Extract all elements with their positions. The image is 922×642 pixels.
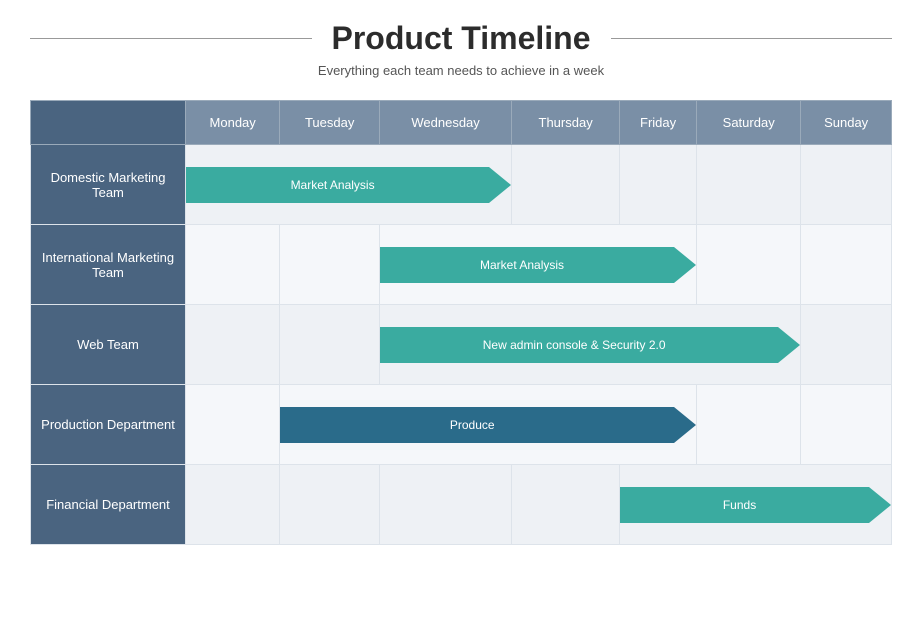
empty-cell — [620, 145, 697, 225]
row-label: Financial Department — [31, 465, 186, 545]
task-arrow-tip — [869, 487, 891, 523]
task-cell: Market Analysis — [379, 225, 696, 305]
task-cell: New admin console & Security 2.0 — [379, 305, 800, 385]
empty-cell — [186, 305, 280, 385]
header-decoration: Product Timeline — [30, 20, 892, 57]
row-label: International Marketing Team — [31, 225, 186, 305]
task-arrow-tip — [778, 327, 800, 363]
empty-cell — [280, 465, 380, 545]
table-row: Financial Department Funds — [31, 465, 892, 545]
empty-cell — [512, 145, 620, 225]
header-monday: Monday — [186, 101, 280, 145]
header-thursday: Thursday — [512, 101, 620, 145]
table-row: Web Team New admin console & Security 2.0 — [31, 305, 892, 385]
header-line-left — [30, 38, 312, 39]
page-subtitle: Everything each team needs to achieve in… — [318, 63, 604, 78]
table-row: Production Department Produce — [31, 385, 892, 465]
row-label: Web Team — [31, 305, 186, 385]
header-friday: Friday — [620, 101, 697, 145]
task-cell: Produce — [280, 385, 697, 465]
empty-cell — [697, 225, 801, 305]
timeline-table: Monday Tuesday Wednesday Thursday Friday… — [30, 100, 892, 545]
task-cell: Market Analysis — [186, 145, 512, 225]
task-arrow-body: Funds — [620, 487, 869, 523]
empty-cell — [186, 385, 280, 465]
page-title: Product Timeline — [312, 20, 611, 57]
empty-cell — [697, 385, 801, 465]
header-tuesday: Tuesday — [280, 101, 380, 145]
task-arrow-body: Market Analysis — [380, 247, 674, 283]
empty-cell — [186, 225, 280, 305]
row-label: Production Department — [31, 385, 186, 465]
header-label-col — [31, 101, 186, 145]
empty-cell — [280, 305, 380, 385]
task-arrow-body: New admin console & Security 2.0 — [380, 327, 778, 363]
header-line-right — [611, 38, 893, 39]
empty-cell — [801, 225, 892, 305]
task-arrow-body: Produce — [280, 407, 674, 443]
empty-cell — [697, 145, 801, 225]
empty-cell — [801, 145, 892, 225]
task-arrow-tip — [674, 247, 696, 283]
row-label: Domestic Marketing Team — [31, 145, 186, 225]
empty-cell — [280, 225, 380, 305]
header-row: Monday Tuesday Wednesday Thursday Friday… — [31, 101, 892, 145]
table-row: International Marketing Team Market Analy… — [31, 225, 892, 305]
task-arrow-tip — [489, 167, 511, 203]
header-sunday: Sunday — [801, 101, 892, 145]
task-arrow-body: Market Analysis — [186, 167, 489, 203]
empty-cell — [801, 385, 892, 465]
empty-cell — [379, 465, 511, 545]
header-wednesday: Wednesday — [379, 101, 511, 145]
table-row: Domestic Marketing TeamMarket Analysis — [31, 145, 892, 225]
header-saturday: Saturday — [697, 101, 801, 145]
task-arrow-tip — [674, 407, 696, 443]
empty-cell — [801, 305, 892, 385]
empty-cell — [512, 465, 620, 545]
task-cell: Funds — [620, 465, 892, 545]
empty-cell — [186, 465, 280, 545]
